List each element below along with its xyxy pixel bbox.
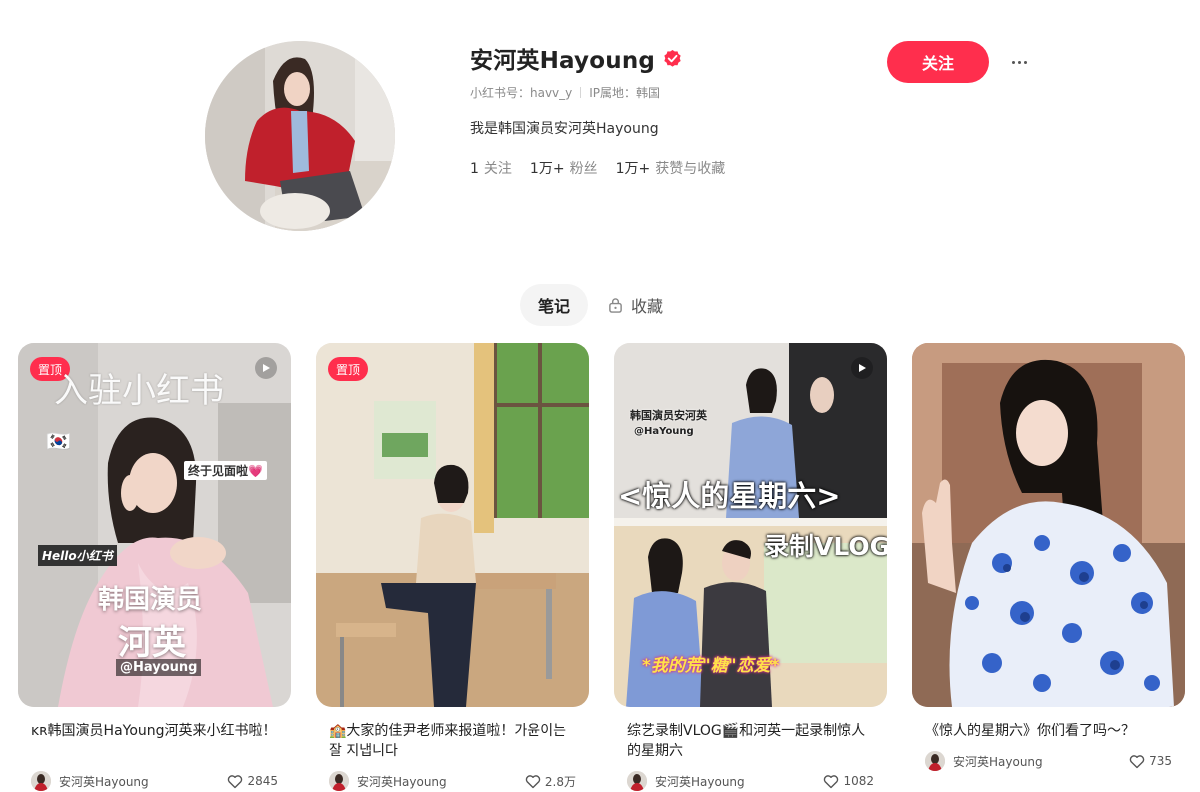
stat-following[interactable]: 1 关注 (470, 158, 512, 178)
author-avatar (925, 751, 945, 771)
author-avatar (31, 771, 51, 791)
cover-overlay-text: 终于见面啦💗 (184, 461, 267, 480)
like-count: 735 (1149, 754, 1172, 768)
cover-overlay-text: 入驻小红书 (54, 371, 224, 411)
profile-meta: 小红书号：havv_y IP属地：韩国 (470, 84, 890, 101)
note-author[interactable]: 安河英Hayoung (329, 771, 447, 791)
author-name: 安河英Hayoung (59, 774, 149, 789)
cover-overlay-text: 河英 (118, 623, 186, 663)
verified-badge-icon (664, 49, 681, 67)
note-title[interactable]: 综艺录制VLOG🎬和河英一起录制惊人的星期六 (614, 721, 887, 761)
like-count: 2845 (247, 774, 278, 788)
pinned-badge: 置顶 (328, 357, 369, 381)
like-count: 1082 (843, 774, 874, 788)
profile-tabs: 笔记 收藏 (520, 284, 663, 326)
note-author[interactable]: 安河英Hayoung (925, 751, 1043, 771)
note-card[interactable]: 置顶 入驻小红书 🇰🇷 终于见面啦💗 Hello小红书 韩国演员 河英 @Hay… (18, 343, 291, 791)
profile-stats: 1 关注 1万+ 粉丝 1万+ 获赞与收藏 (470, 158, 890, 178)
stat-followers-count: 1万+ (529, 161, 565, 177)
cover-overlay-text: 录制VLOG (764, 532, 887, 561)
profile-info: 安河英Hayoung 小红书号：havv_y IP属地：韩国 我是韩国演员安河英… (470, 42, 890, 178)
note-cover[interactable]: 置顶 入驻小红书 🇰🇷 终于见面啦💗 Hello小红书 韩国演员 河英 @Hay… (18, 343, 291, 707)
note-author[interactable]: 安河英Hayoung (627, 771, 745, 791)
cover-overlay-text: <惊人的星期六> (618, 479, 841, 513)
note-title[interactable]: 🏫大家的佳尹老师来报道啦！가윤이는 잘 지냅니다 (316, 721, 589, 761)
ip-location: IP属地：韩国 (589, 86, 661, 100)
lock-icon (609, 298, 622, 313)
meta-divider (580, 87, 582, 98)
author-name: 安河英Hayoung (953, 754, 1043, 769)
note-cover[interactable]: 韩国演员安河英 @HaYoung <惊人的星期六> 录制VLOG *我的荒"糖"… (614, 343, 887, 707)
stat-followers[interactable]: 1万+ 粉丝 (530, 158, 598, 178)
profile-name: 安河英Hayoung (470, 48, 656, 74)
like-button[interactable]: 735 (1129, 754, 1172, 769)
note-title[interactable]: 《惊人的星期六》你们看了吗～？ (912, 721, 1185, 741)
stat-following-label: 关注 (483, 161, 512, 177)
cover-overlay-text: 韩国演员安河英 (630, 409, 707, 422)
note-card[interactable]: 《惊人的星期六》你们看了吗～？ 安河英Hayoung 735 (912, 343, 1185, 771)
stat-likes-collects[interactable]: 1万+ 获赞与收藏 (616, 158, 726, 178)
like-button[interactable]: 1082 (823, 774, 874, 789)
heart-icon (228, 774, 243, 788)
video-play-icon (851, 357, 873, 379)
like-button[interactable]: 2.8万 (525, 773, 576, 790)
profile-bio: 我是韩国演员安河英Hayoung (470, 121, 659, 137)
profile-avatar[interactable] (205, 41, 395, 231)
korea-flag-icon: 🇰🇷 (46, 429, 71, 453)
follow-button[interactable]: 关注 (887, 41, 989, 83)
author-avatar (627, 771, 647, 791)
heart-icon (1129, 754, 1145, 768)
note-card[interactable]: 韩国演员安河英 @HaYoung <惊人的星期六> 录制VLOG *我的荒"糖"… (614, 343, 887, 791)
heart-icon (824, 774, 839, 788)
note-cover[interactable] (912, 343, 1185, 707)
cover-overlay-text: 韩国演员 (98, 585, 203, 615)
stat-likes-label: 获赞与收藏 (655, 161, 726, 177)
tab-notes[interactable]: 笔记 (520, 284, 588, 326)
note-card[interactable]: 置顶 🏫大家的佳尹老师来报道啦！가윤이는 잘 지냅니다 安河英Hayoung 2… (316, 343, 589, 791)
note-author[interactable]: 安河英Hayoung (31, 771, 149, 791)
like-button[interactable]: 2845 (227, 774, 278, 789)
stat-followers-label: 粉丝 (569, 161, 598, 177)
cover-overlay-text: Hello小红书 (38, 545, 117, 566)
tab-collections[interactable]: 收藏 (608, 293, 663, 317)
cover-overlay-text: @Hayoung (116, 659, 202, 676)
author-name: 安河英Hayoung (655, 774, 745, 789)
cover-overlay-text: @HaYoung (634, 426, 694, 437)
note-cover[interactable]: 置顶 (316, 343, 589, 707)
stat-following-count: 1 (470, 161, 479, 177)
author-name: 安河英Hayoung (357, 774, 447, 789)
more-dots-icon[interactable] (1006, 50, 1032, 74)
video-play-icon (255, 357, 277, 379)
note-title[interactable]: ᴋʀ韩国演员HaYoung河英来小红书啦！ (18, 721, 291, 761)
heart-icon (525, 774, 541, 788)
xhs-id: 小红书号：havv_y (470, 86, 573, 100)
like-count: 2.8万 (544, 774, 576, 789)
author-avatar (329, 771, 349, 791)
tab-collections-label: 收藏 (631, 297, 664, 316)
stat-likes-count: 1万+ (615, 161, 651, 177)
cover-overlay-text: *我的荒"糖"恋爱* (642, 656, 780, 676)
